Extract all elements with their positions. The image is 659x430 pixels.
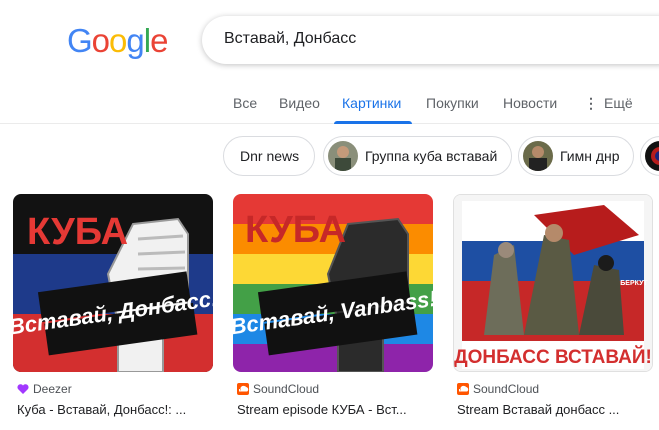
chip-label: Dnr news xyxy=(240,148,300,164)
tab-more-label: Ещё xyxy=(604,95,633,111)
deezer-heart-icon xyxy=(17,384,29,394)
chip-partial[interactable] xyxy=(640,136,659,176)
active-tab-indicator xyxy=(334,121,412,124)
google-logo[interactable]: Google xyxy=(67,22,168,60)
source-name: Deezer xyxy=(33,382,72,396)
image-text-top: БЕРКУТ xyxy=(620,280,648,287)
tab-news[interactable]: Новости xyxy=(503,95,557,111)
logo-letter: o xyxy=(109,22,127,59)
image-result[interactable]: КУБА Вставай, Донбасс! xyxy=(13,194,213,372)
chip-thumbnail xyxy=(523,141,553,171)
tab-videos[interactable]: Видео xyxy=(279,95,320,111)
search-tabs: Все Видео Картинки Покупки Новости ⋮ Ещё xyxy=(0,86,659,124)
result-title[interactable]: Stream episode КУБА - Вст... xyxy=(237,402,433,417)
result-source[interactable]: SoundCloud xyxy=(237,382,319,396)
source-name: SoundCloud xyxy=(473,382,540,396)
more-vert-icon: ⋮ xyxy=(584,95,598,111)
image-text-top: КУБА xyxy=(245,209,346,251)
result-source[interactable]: Deezer xyxy=(17,382,72,396)
logo-letter: e xyxy=(150,22,168,59)
logo-letter: o xyxy=(91,22,110,59)
chip-dnr-anthem[interactable]: Гимн днр xyxy=(518,136,634,176)
chip-label: Гимн днр xyxy=(560,148,620,164)
chip-thumbnail xyxy=(645,141,659,171)
chip-kuba-group[interactable]: Группа куба вставай xyxy=(323,136,512,176)
image-result[interactable]: ДОНБАСС ВСТАВАЙ! БЕРКУТ xyxy=(453,194,653,372)
image-text-top: КУБА xyxy=(27,211,128,253)
result-source[interactable]: SoundCloud xyxy=(457,382,539,396)
chip-thumbnail xyxy=(328,141,358,171)
image-result[interactable]: КУБА Вставай, Vanbass! xyxy=(233,194,433,372)
logo-letter: g xyxy=(126,22,144,59)
source-name: SoundCloud xyxy=(253,382,320,396)
chip-label: Группа куба вставай xyxy=(365,148,498,164)
logo-letter: G xyxy=(67,22,93,59)
result-image[interactable]: КУБА Вставай, Донбасс! xyxy=(13,194,213,372)
result-title[interactable]: Stream Вставай донбасс ... xyxy=(457,402,653,417)
soundcloud-icon xyxy=(457,383,469,395)
soundcloud-icon xyxy=(237,383,249,395)
search-box[interactable]: Вставай, Донбасс xyxy=(202,16,659,64)
tab-images[interactable]: Картинки xyxy=(342,95,401,111)
chip-dnr-news[interactable]: Dnr news xyxy=(223,136,315,176)
tab-all[interactable]: Все xyxy=(233,95,257,111)
tab-shopping[interactable]: Покупки xyxy=(426,95,479,111)
result-image[interactable]: ДОНБАСС ВСТАВАЙ! БЕРКУТ xyxy=(453,194,653,372)
result-title[interactable]: Куба - Вставай, Донбасс!: ... xyxy=(17,402,213,417)
image-text-main: ДОНБАСС ВСТАВАЙ! xyxy=(454,346,652,368)
tab-more[interactable]: ⋮ Ещё xyxy=(584,95,633,112)
search-input[interactable]: Вставай, Донбасс xyxy=(224,30,356,48)
result-image[interactable]: КУБА Вставай, Vanbass! xyxy=(233,194,433,372)
